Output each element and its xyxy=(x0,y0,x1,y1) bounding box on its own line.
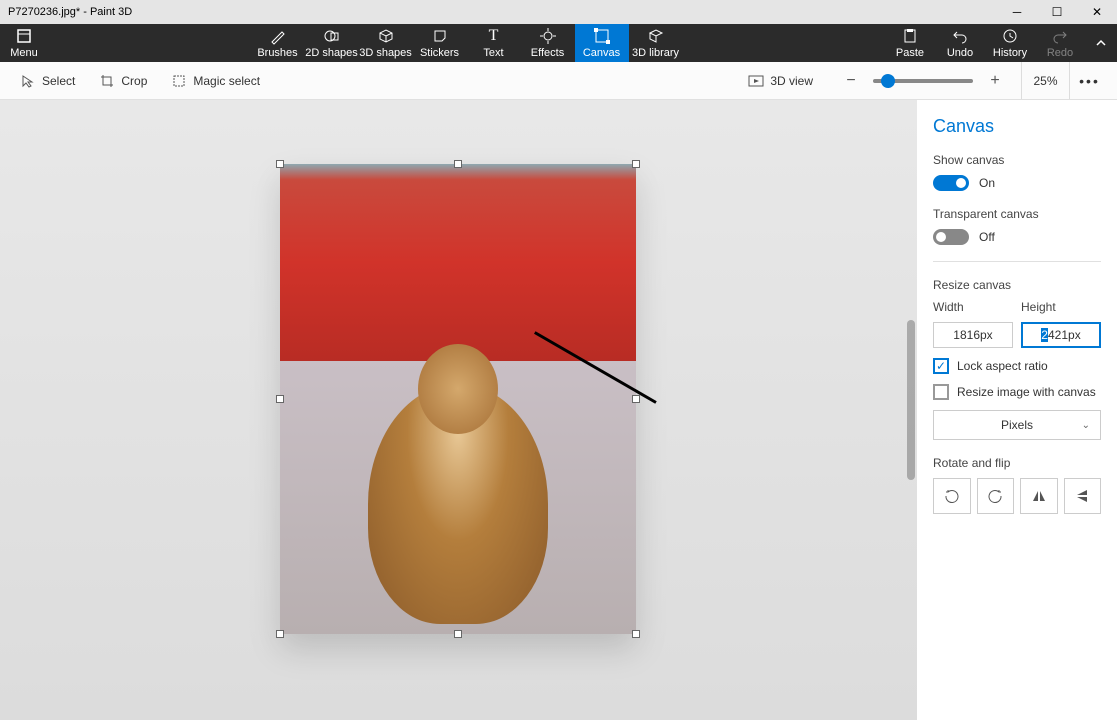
show-canvas-label: Show canvas xyxy=(933,153,1101,167)
menu-label: Menu xyxy=(10,47,38,59)
more-options-button[interactable]: ••• xyxy=(1069,62,1109,99)
zoom-slider-thumb[interactable] xyxy=(881,74,895,88)
menu-button[interactable]: Menu xyxy=(0,24,48,62)
tab-canvas[interactable]: Canvas xyxy=(575,24,629,62)
zoom-in-button[interactable]: + xyxy=(981,67,1009,95)
canvas-workspace[interactable] xyxy=(0,100,917,720)
cursor-icon xyxy=(20,73,36,89)
tab-stickers[interactable]: Stickers xyxy=(413,24,467,62)
play-3d-icon xyxy=(748,73,764,89)
resize-handle-bottom-left[interactable] xyxy=(276,630,284,638)
select-tool[interactable]: Select xyxy=(8,62,87,99)
history-icon xyxy=(1001,27,1019,45)
resize-handle-top-left[interactable] xyxy=(276,160,284,168)
resize-handle-top-middle[interactable] xyxy=(454,160,462,168)
zoom-percent[interactable]: 25% xyxy=(1021,62,1069,99)
paste-button[interactable]: Paste xyxy=(885,27,935,59)
minimize-button[interactable]: ─ xyxy=(997,0,1037,24)
resize-canvas-label: Resize canvas xyxy=(933,278,1101,292)
redo-icon xyxy=(1051,27,1069,45)
rotate-flip-label: Rotate and flip xyxy=(933,456,1101,470)
magic-select-icon xyxy=(171,73,187,89)
library-icon xyxy=(647,27,665,45)
flip-vertical-icon xyxy=(1074,488,1090,504)
resize-handle-top-right[interactable] xyxy=(632,160,640,168)
zoom-out-button[interactable]: − xyxy=(837,67,865,95)
history-button[interactable]: History xyxy=(985,27,1035,59)
transparent-canvas-label: Transparent canvas xyxy=(933,207,1101,221)
effects-icon xyxy=(539,27,557,45)
height-label: Height xyxy=(1021,300,1101,314)
transparent-canvas-state: Off xyxy=(979,230,995,244)
image-subject-dog xyxy=(368,384,548,624)
show-canvas-state: On xyxy=(979,176,995,190)
width-input[interactable]: 1816px xyxy=(933,322,1013,348)
title-bar: P7270236.jpg* - Paint 3D ─ ☐ ✕ xyxy=(0,0,1117,24)
rotate-cw-button[interactable] xyxy=(977,478,1015,514)
check-icon: ✓ xyxy=(933,358,949,374)
toolbar: Select Crop Magic select 3D view − + 25%… xyxy=(0,62,1117,100)
collapse-ribbon-button[interactable] xyxy=(1085,36,1117,50)
sticker-icon xyxy=(431,27,449,45)
brush-icon xyxy=(269,27,287,45)
image-background-top xyxy=(280,164,636,361)
maximize-button[interactable]: ☐ xyxy=(1037,0,1077,24)
resize-handle-bottom-right[interactable] xyxy=(632,630,640,638)
panel-title: Canvas xyxy=(933,116,1101,137)
flip-horizontal-icon xyxy=(1031,488,1047,504)
tab-effects[interactable]: Effects xyxy=(521,24,575,62)
text-icon: T xyxy=(485,27,503,45)
tab-3d-shapes[interactable]: 3D shapes xyxy=(359,24,413,62)
canvas-image[interactable] xyxy=(280,164,636,634)
rotate-ccw-button[interactable] xyxy=(933,478,971,514)
chevron-down-icon: ⌄ xyxy=(1082,420,1090,431)
resize-handle-bottom-middle[interactable] xyxy=(454,630,462,638)
resize-handle-middle-left[interactable] xyxy=(276,395,284,403)
close-button[interactable]: ✕ xyxy=(1077,0,1117,24)
tab-text[interactable]: T Text xyxy=(467,24,521,62)
shapes-2d-icon xyxy=(323,27,341,45)
check-icon-empty: ✓ xyxy=(933,384,949,400)
transparent-canvas-toggle[interactable] xyxy=(933,229,969,245)
vertical-scrollbar[interactable] xyxy=(907,320,915,480)
rotate-cw-icon xyxy=(987,488,1003,504)
divider xyxy=(933,261,1101,262)
shapes-3d-icon xyxy=(377,27,395,45)
menu-icon xyxy=(15,27,33,45)
canvas-properties-panel: Canvas Show canvas On Transparent canvas… xyxy=(917,100,1117,720)
undo-button[interactable]: Undo xyxy=(935,27,985,59)
crop-icon xyxy=(99,73,115,89)
image-background-bottom xyxy=(280,361,636,634)
redo-button[interactable]: Redo xyxy=(1035,27,1085,59)
ribbon: Menu Brushes 2D shapes 3D shapes Sticker… xyxy=(0,24,1117,62)
magic-select-tool[interactable]: Magic select xyxy=(159,62,272,99)
flip-horizontal-button[interactable] xyxy=(1020,478,1058,514)
paste-icon xyxy=(901,27,919,45)
resize-image-with-canvas-checkbox[interactable]: ✓ Resize image with canvas xyxy=(933,384,1101,400)
3d-view-button[interactable]: 3D view xyxy=(736,62,825,99)
units-dropdown[interactable]: Pixels ⌄ xyxy=(933,410,1101,440)
tab-brushes[interactable]: Brushes xyxy=(251,24,305,62)
flip-vertical-button[interactable] xyxy=(1064,478,1102,514)
tab-2d-shapes[interactable]: 2D shapes xyxy=(305,24,359,62)
lock-aspect-ratio-checkbox[interactable]: ✓ Lock aspect ratio xyxy=(933,358,1101,374)
window-title: P7270236.jpg* - Paint 3D xyxy=(8,6,132,18)
rotate-ccw-icon xyxy=(944,488,960,504)
undo-icon xyxy=(951,27,969,45)
show-canvas-toggle[interactable] xyxy=(933,175,969,191)
zoom-slider[interactable] xyxy=(873,79,973,83)
resize-handle-middle-right[interactable] xyxy=(632,395,640,403)
tab-3d-library[interactable]: 3D library xyxy=(629,24,683,62)
canvas-icon xyxy=(593,27,611,45)
width-label: Width xyxy=(933,300,1013,314)
chevron-up-icon xyxy=(1094,36,1108,50)
crop-tool[interactable]: Crop xyxy=(87,62,159,99)
height-input[interactable]: 2421px xyxy=(1021,322,1101,348)
